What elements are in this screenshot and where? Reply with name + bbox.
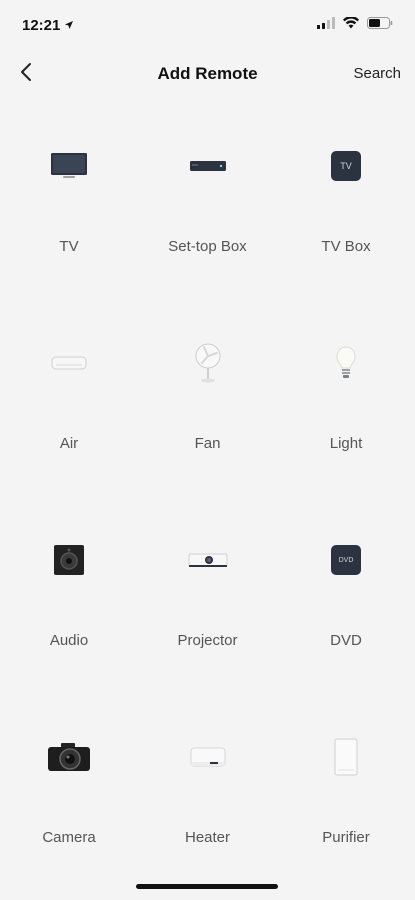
device-tile-air[interactable]: Air [0,297,138,494]
nav-bar: Add Remote Search [0,52,415,96]
device-tile-light[interactable]: Light [277,297,415,494]
air-conditioner-icon [41,335,97,391]
device-grid: TV Set-top Box TV TV Box Air Fan Light A… [0,100,415,888]
device-tile-tv[interactable]: TV [0,100,138,297]
light-bulb-icon [318,335,374,391]
dvd-player-icon: DVD [318,532,374,588]
device-label: Camera [42,829,96,846]
status-time: 12:21 [22,17,74,34]
projector-icon [180,532,236,588]
purifier-icon [318,729,374,785]
device-tile-tv-box[interactable]: TV TV Box [277,100,415,297]
cellular-signal-icon [317,16,335,34]
home-indicator[interactable] [136,884,278,889]
tv-icon [41,138,97,194]
device-tile-fan[interactable]: Fan [138,297,277,494]
device-label: Fan [194,435,221,452]
tv-box-icon-text: TV [340,161,352,171]
tv-box-icon: TV [318,138,374,194]
device-tile-purifier[interactable]: Purifier [277,691,415,888]
device-label: DVD [330,632,362,649]
device-tile-projector[interactable]: Projector [138,494,277,691]
device-label: Air [59,435,79,452]
fan-icon [180,335,236,391]
device-label: Projector [177,632,238,649]
status-bar: 12:21 [0,0,415,50]
location-arrow-icon [64,17,74,34]
device-label: Set-top Box [168,238,247,255]
device-label: Audio [49,632,89,649]
search-button[interactable]: Search [353,65,401,82]
device-tile-camera[interactable]: Camera [0,691,138,888]
speaker-icon [41,532,97,588]
device-label: Purifier [322,829,370,846]
battery-icon [367,16,393,34]
status-icons [317,16,393,34]
device-label: TV [59,238,79,255]
device-tile-heater[interactable]: Heater [138,691,277,888]
device-label: Heater [184,829,231,846]
device-label: TV Box [321,238,371,255]
device-label: Light [329,435,363,452]
heater-icon [180,729,236,785]
device-tile-dvd[interactable]: DVD DVD [277,494,415,691]
camera-icon [41,729,97,785]
set-top-box-icon [180,138,236,194]
device-tile-set-top-box[interactable]: Set-top Box [138,100,277,297]
wifi-icon [343,16,359,34]
dvd-icon-text: DVD [338,556,354,564]
device-tile-audio[interactable]: Audio [0,494,138,691]
